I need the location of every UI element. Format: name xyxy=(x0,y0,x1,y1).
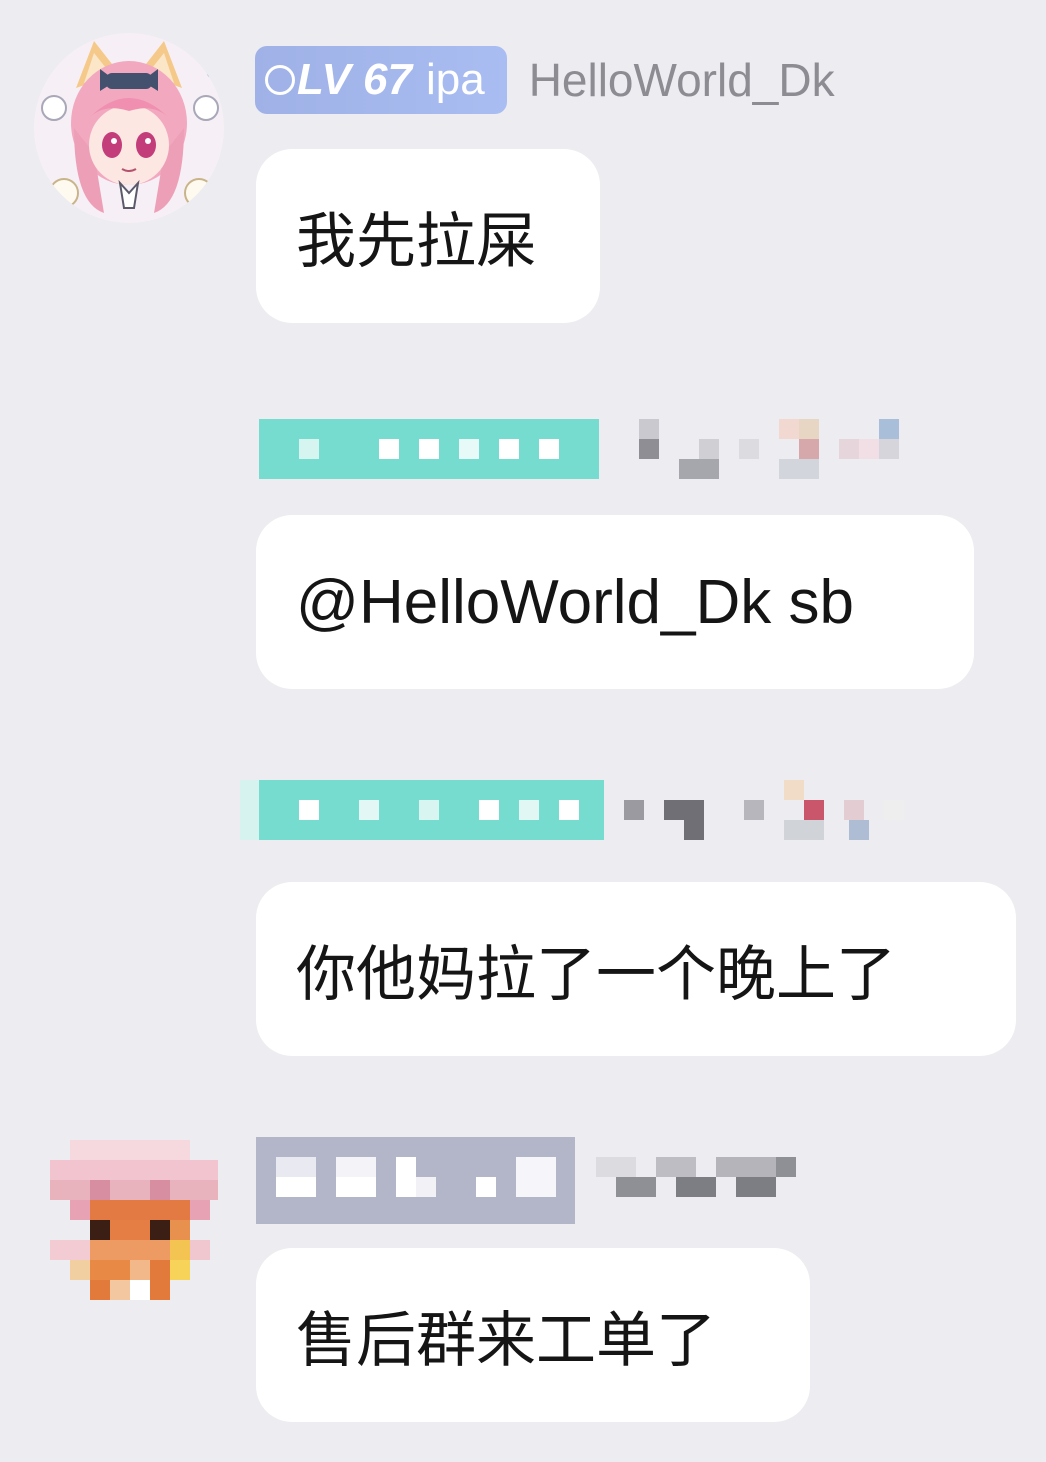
message-text: 售后群来工单了 xyxy=(296,1305,716,1376)
pixelated-avatar-icon xyxy=(50,1140,218,1300)
message-bubble[interactable]: 售后群来工单了 xyxy=(256,1248,810,1422)
message-text: 我先拉屎 xyxy=(296,206,536,277)
message-text: @HelloWorld_Dk sb xyxy=(296,567,854,637)
avatar[interactable] xyxy=(50,1140,218,1308)
role-label: ipa xyxy=(425,55,485,104)
level-label: LV 67 xyxy=(297,55,412,104)
level-badge[interactable]: LV 67 ipa xyxy=(255,46,507,114)
message-bubble[interactable]: 我先拉屎 xyxy=(256,149,600,323)
message-text: 你他妈拉了一个晚上了 xyxy=(296,939,896,1010)
anime-girl-avatar-icon xyxy=(34,33,224,223)
avatar[interactable] xyxy=(34,33,224,223)
message-bubble[interactable]: @HelloWorld_Dk sb xyxy=(256,515,974,689)
chat-thread: LV 67 ipa HelloWorld_Dk 我先拉屎 @HelloWorld… xyxy=(0,0,1046,1462)
sender-name[interactable]: HelloWorld_Dk xyxy=(529,53,835,107)
level-icon xyxy=(265,65,295,95)
sender-row: LV 67 ipa HelloWorld_Dk xyxy=(255,45,835,115)
message-bubble[interactable]: 你他妈拉了一个晚上了 xyxy=(256,882,1016,1056)
